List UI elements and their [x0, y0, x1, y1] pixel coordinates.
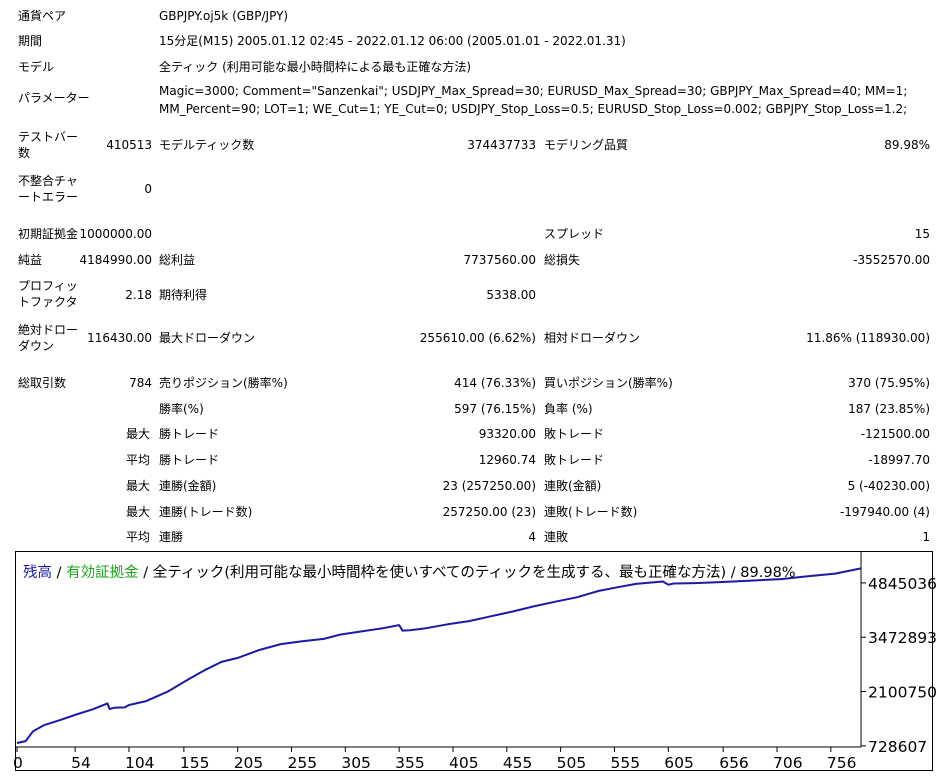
profit-factor-value: 2.18	[125, 288, 152, 302]
largest-win-label: 勝トレード	[159, 427, 220, 441]
max-consec-profit-label: 連勝(トレード数)	[159, 505, 253, 519]
y-tick-label: 728607	[868, 738, 927, 756]
avg-consec-prefix-label: 平均	[125, 530, 150, 544]
bars-value: 410513	[106, 138, 152, 152]
balance-chart: 728607 2100750 3472893 4845036 0 54 104 155 205 2…	[13, 551, 937, 772]
x-tick-label: 104	[125, 754, 155, 772]
period-label: 期間	[18, 34, 43, 48]
largest-loss-label: 敗トレード	[544, 427, 605, 441]
loss-rate-value: 187 (23.85%)	[848, 402, 930, 416]
max-drawdown-value: 255610.00 (6.62%)	[419, 331, 536, 345]
y-tick-label: 3472893	[868, 629, 937, 647]
max-consec-loss-label: 連敗(トレード数)	[544, 505, 638, 519]
max-drawdown-label: 最大ドローダウン	[159, 331, 256, 345]
x-tick-label: 405	[449, 754, 479, 772]
max-consec-loss-value: -197940.00 (4)	[839, 505, 930, 519]
deposit-value: 1000000.00	[79, 227, 152, 241]
loss-rate-label: 負率 (%)	[544, 402, 593, 416]
x-tick-label: 455	[503, 754, 533, 772]
rel-drawdown-value: 11.86% (118930.00)	[806, 331, 930, 345]
model-label: モデル	[18, 60, 55, 74]
chart-legend: 残高 / 有効証拠金 / 全ティック(利用可能な最小時間枠を使いすべてのティック…	[23, 561, 796, 582]
largest-loss-value: -121500.00	[860, 427, 930, 441]
legend-balance: 残高	[23, 565, 52, 581]
average-prefix-label: 平均	[125, 453, 150, 467]
x-tick-label: 756	[827, 754, 857, 772]
long-positions-value: 370 (75.95%)	[848, 376, 930, 390]
y-tick-label: 2100750	[868, 684, 937, 702]
chart-svg: 728607 2100750 3472893 4845036 0 54 104 155 205 2…	[13, 551, 937, 772]
max-consec-wins-value: 23 (257250.00)	[442, 479, 536, 493]
win-rate-value: 597 (76.15%)	[454, 402, 536, 416]
x-tick-label: 305	[341, 754, 371, 772]
mismatch-value: 0	[144, 182, 152, 196]
max-consec-profit-value: 257250.00 (23)	[442, 505, 536, 519]
expected-payoff-value: 5338.00	[486, 288, 536, 302]
model-value: 全ティック (利用可能な最小時間枠による最も正確な方法)	[159, 60, 472, 74]
avg-consec-losses-value: 1	[922, 530, 930, 544]
parameters-value: Magic=3000; Comment="Sanzenkai"; USDJPY_…	[159, 84, 908, 116]
max-consec-wins-label: 連勝(金額)	[159, 479, 217, 493]
spread-value: 15	[914, 227, 930, 241]
total-trades-label: 総取引数	[18, 376, 67, 390]
ticks-value: 374437733	[467, 138, 536, 152]
rel-drawdown-label: 相対ドローダウン	[544, 331, 641, 345]
avg-consec-wins-label: 連勝	[159, 530, 184, 544]
legend-description: / 全ティック(利用可能な最小時間枠を使いすべてのティックを生成する、最も正確な…	[138, 565, 796, 581]
x-tick-label: 605	[664, 754, 694, 772]
avg-consec-wins-value: 4	[528, 530, 536, 544]
gross-loss-value: -3552570.00	[853, 253, 930, 267]
avg-loss-value: -18997.70	[868, 453, 930, 467]
avg-consec-losses-label: 連敗	[544, 530, 569, 544]
max-consec-prefix-label: 最大	[125, 479, 150, 493]
avg-loss-label: 敗トレード	[544, 453, 605, 467]
x-tick-label: 355	[395, 754, 425, 772]
symbol-value: GBPJPY.oj5k (GBP/JPY)	[159, 9, 289, 23]
max-consec-amount-prefix-label: 最大	[125, 505, 150, 519]
spread-label: スプレッド	[544, 227, 605, 241]
short-positions-value: 414 (76.33%)	[454, 376, 536, 390]
gross-profit-value: 7737560.00	[463, 253, 536, 267]
net-profit-value: 4184990.00	[79, 253, 152, 267]
avg-win-value: 12960.74	[478, 453, 536, 467]
x-tick-label: 656	[719, 754, 749, 772]
legend-separator: /	[52, 565, 67, 581]
quality-label: モデリング品質	[544, 138, 629, 152]
period-value: 15分足(M15) 2005.01.12 02:45 - 2022.01.12 …	[159, 34, 626, 48]
x-tick-label: 205	[234, 754, 264, 772]
quality-value: 89.98%	[884, 138, 930, 152]
max-consec-losses-label: 連敗(金額)	[544, 479, 602, 493]
x-tick-label: 505	[557, 754, 587, 772]
x-tick-label: 0	[13, 754, 23, 772]
balance-line	[16, 567, 862, 744]
x-tick-label: 255	[288, 754, 318, 772]
gross-profit-label: 総利益	[159, 253, 196, 267]
net-profit-label: 純益	[18, 253, 43, 267]
y-tick-label: 4845036	[868, 575, 937, 593]
chart-frame	[15, 551, 933, 771]
x-tick-label: 54	[71, 754, 91, 772]
x-tick-label: 555	[610, 754, 640, 772]
legend-equity: 有効証拠金	[66, 565, 139, 581]
ticks-label: モデルティック数	[159, 138, 255, 152]
parameters-label: パラメーター	[18, 91, 90, 105]
largest-prefix-label: 最大	[125, 427, 150, 441]
win-rate-label: 勝率(%)	[159, 402, 204, 416]
expected-payoff-label: 期待利得	[159, 288, 208, 302]
short-positions-label: 売りポジション(勝率%)	[159, 376, 288, 390]
x-tick-label: 706	[773, 754, 803, 772]
avg-win-label: 勝トレード	[159, 453, 220, 467]
largest-win-value: 93320.00	[478, 427, 536, 441]
abs-drawdown-value: 116430.00	[87, 331, 152, 345]
gross-loss-label: 総損失	[544, 253, 581, 267]
max-consec-losses-value: 5 (-40230.00)	[847, 479, 930, 493]
symbol-label: 通貨ペア	[18, 9, 67, 23]
long-positions-label: 買いポジション(勝率%)	[544, 376, 673, 390]
total-trades-value: 784	[129, 376, 152, 390]
x-tick-label: 155	[180, 754, 210, 772]
